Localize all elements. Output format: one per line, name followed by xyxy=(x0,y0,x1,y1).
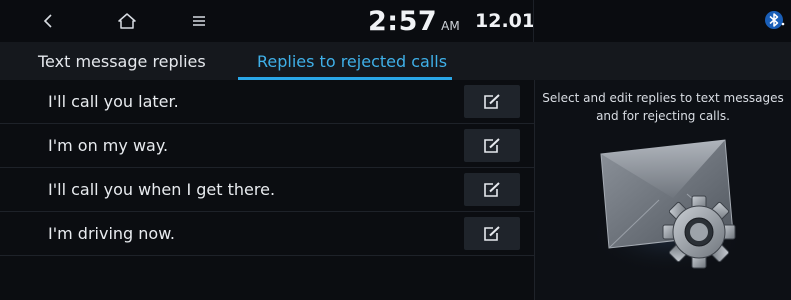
home-button[interactable] xyxy=(112,6,142,36)
edit-reply-button[interactable] xyxy=(464,173,520,206)
menu-icon xyxy=(193,16,205,26)
info-description: Select and edit replies to text messages… xyxy=(535,89,791,125)
back-button[interactable] xyxy=(33,6,63,36)
reply-item[interactable]: I'm driving now. xyxy=(0,212,534,255)
home-icon xyxy=(118,13,136,29)
reply-label: I'll call you later. xyxy=(48,92,179,111)
info-line-1: Select and edit replies to text messages xyxy=(542,91,784,105)
edit-reply-button[interactable] xyxy=(464,85,520,118)
clock-time: 2:57 xyxy=(368,6,438,37)
edit-reply-button[interactable] xyxy=(464,129,520,162)
reply-label: I'll call you when I get there. xyxy=(48,180,276,199)
back-icon xyxy=(43,14,52,28)
edit-icon xyxy=(484,181,500,197)
reply-item[interactable]: I'll call you later. xyxy=(0,80,534,123)
date: 12.01 xyxy=(475,10,536,32)
edit-icon xyxy=(484,93,500,109)
info-panel: Select and edit replies to text messages… xyxy=(535,80,791,300)
tab-bar: Text message replies Replies to rejected… xyxy=(0,42,791,80)
reply-item[interactable]: I'll call you when I get there. xyxy=(0,168,534,211)
bluetooth-icon xyxy=(765,11,785,29)
reply-label: I'm on my way. xyxy=(48,136,169,155)
reply-list: I'll call you later. I'm on my way. I'll… xyxy=(0,80,534,300)
tab-text-message-replies[interactable]: Text message replies xyxy=(38,42,206,80)
row-divider xyxy=(0,255,534,256)
reply-item[interactable]: I'm on my way. xyxy=(0,124,534,167)
reply-label: I'm driving now. xyxy=(48,224,175,243)
edit-icon xyxy=(484,225,500,241)
menu-button[interactable] xyxy=(184,6,214,36)
tab-replies-to-rejected-calls[interactable]: Replies to rejected calls xyxy=(257,42,447,80)
edit-reply-button[interactable] xyxy=(464,217,520,250)
info-line-2: and for rejecting calls. xyxy=(596,109,730,123)
clock: 2:57 AM xyxy=(368,6,460,37)
status-divider xyxy=(533,0,534,42)
clock-ampm: AM xyxy=(441,19,460,33)
envelope-gear-icon xyxy=(589,139,745,274)
status-bar: 2:57 AM 12.01 xyxy=(0,0,791,42)
edit-icon xyxy=(484,137,500,153)
